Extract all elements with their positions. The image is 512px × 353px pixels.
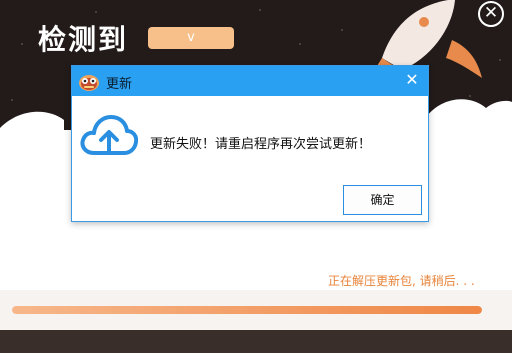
dialog-close-button[interactable]: ✕ — [402, 70, 422, 90]
app-title: 检测到 — [38, 23, 129, 56]
version-badge: v — [148, 27, 234, 49]
dialog-titlebar: 更新 ✕ — [72, 66, 428, 96]
ok-button[interactable]: 确定 — [343, 185, 422, 215]
cloud-upload-icon — [80, 115, 138, 155]
progress-bar — [12, 306, 482, 314]
dialog-message: 更新失败！请重启程序再次尝试更新！ — [150, 137, 372, 152]
error-dialog: 更新 ✕ 更新失败！请重启程序再次尝试更新！ 确定 — [71, 65, 429, 222]
dialog-title: 更新 — [106, 77, 133, 92]
progress-bar-fill — [12, 306, 482, 314]
status-message: 正在解压更新包, 请稍后. . . — [328, 274, 475, 288]
app-logo-icon — [79, 75, 99, 91]
window-close-button[interactable]: ✕ — [478, 1, 504, 27]
